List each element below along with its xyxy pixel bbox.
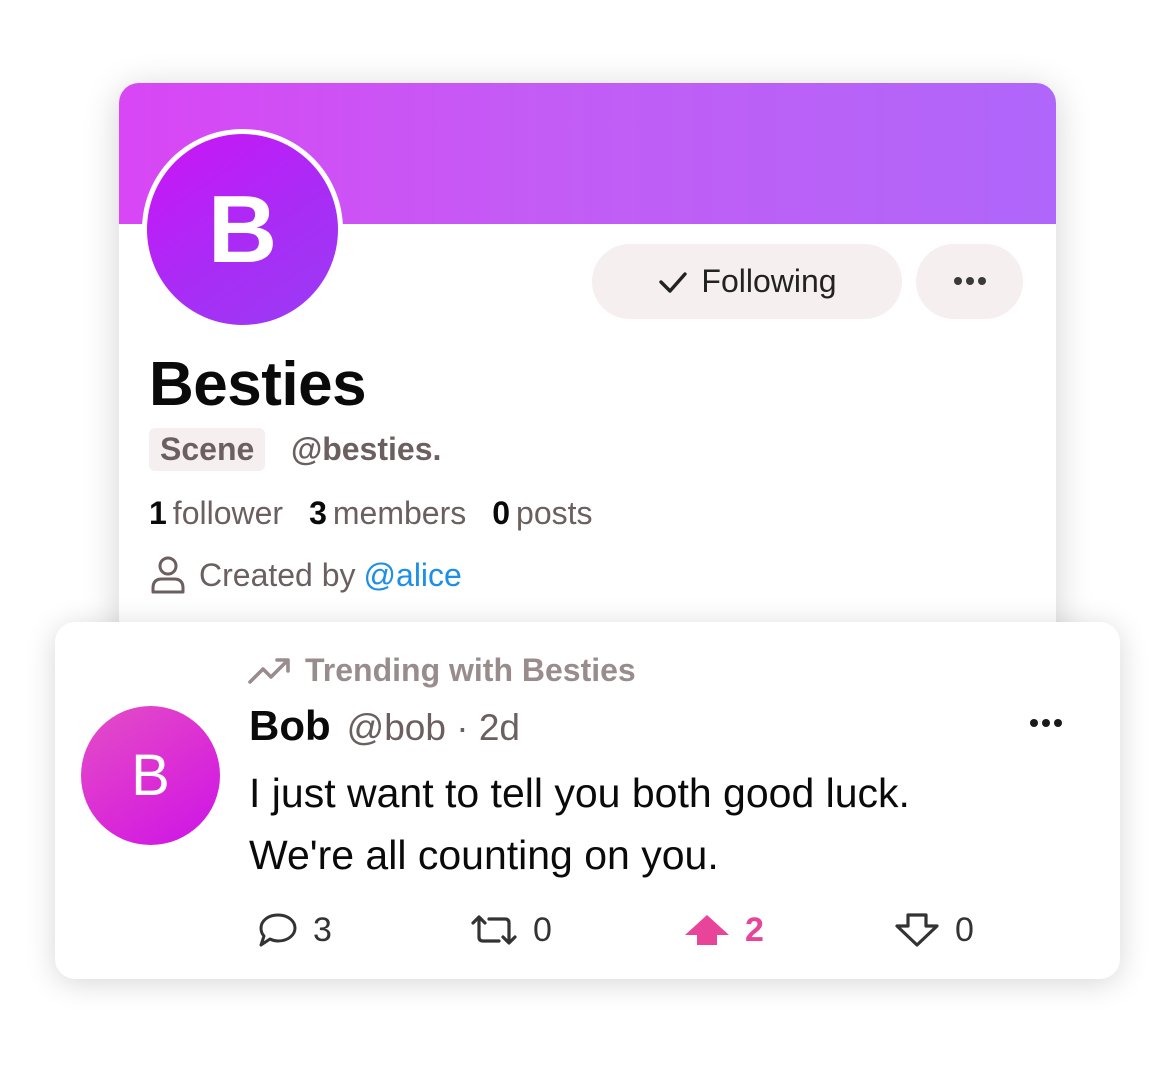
post-more-button[interactable] [1021,706,1071,742]
author-avatar[interactable]: B [81,706,220,845]
repost-icon [471,915,517,945]
scene-more-button[interactable] [916,244,1023,319]
check-icon [657,266,689,298]
upvote-icon [685,915,729,945]
stat-members[interactable]: 3 members [309,493,466,533]
more-icon [953,273,987,291]
stat-followers-label: follower [172,495,284,531]
reply-button[interactable]: 3 [257,906,332,954]
scene-name: Besties [149,350,367,419]
scene-handle: @besties. [291,431,442,467]
scene-profile-card: B Following Besties Scene @besties. 1 fol… [119,83,1056,683]
scene-avatar-letter: B [147,134,338,325]
author-handle-time: @bob · 2d [346,707,520,748]
more-icon [1029,715,1063,733]
scene-type-badge: Scene [149,428,266,471]
author-name[interactable]: Bob [249,702,331,750]
upvote-count: 2 [745,910,764,949]
post-text: I just want to tell you both good luck. … [249,762,1079,886]
stat-members-count: 3 [309,495,327,531]
person-icon [149,555,187,595]
following-button[interactable]: Following [592,244,902,319]
created-by-row: Created by @alice [149,555,462,595]
stat-posts: 0 posts [492,493,592,533]
creator-link[interactable]: @alice [364,557,462,593]
post-header: Bob @bob · 2d [249,702,520,752]
stat-members-label: members [332,495,467,531]
downvote-count: 0 [955,910,974,949]
stat-posts-count: 0 [492,495,511,531]
post-text-line-1: I just want to tell you both good luck. [249,770,910,816]
repost-count: 0 [533,910,552,949]
scene-avatar[interactable]: B [142,129,343,330]
downvote-button[interactable]: 0 [893,906,974,954]
following-label: Following [701,263,837,299]
stat-followers[interactable]: 1 follower [149,493,283,533]
reply-count: 3 [313,910,332,949]
trending-header: Trending with Besties [247,650,636,690]
scene-stats: 1 follower 3 members 0 posts [149,493,593,533]
trending-icon [247,655,293,685]
post-actions: 3 0 2 0 [257,906,1017,954]
reply-icon [259,913,297,947]
upvote-button[interactable]: 2 [683,906,764,954]
stat-followers-count: 1 [149,495,167,531]
downvote-icon [895,913,939,947]
post-text-line-2: We're all counting on you. [249,832,719,878]
repost-button[interactable]: 0 [469,906,552,954]
stat-posts-label: posts [516,495,593,531]
created-by-label: Created by [199,557,356,593]
trending-label: Trending with Besties [305,652,636,688]
trending-post-card[interactable]: Trending with Besties B Bob @bob · 2d I … [55,622,1120,979]
